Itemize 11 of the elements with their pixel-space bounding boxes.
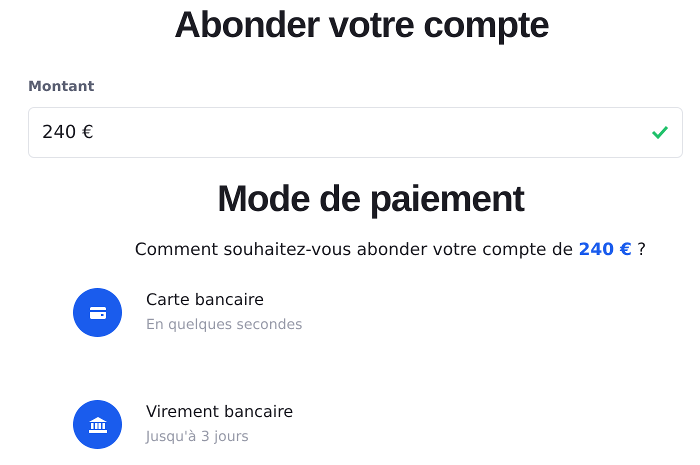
- amount-field[interactable]: 240 €: [28, 107, 683, 158]
- method-delay: Jusqu'à 3 jours: [146, 428, 249, 446]
- amount-label: Montant: [28, 78, 94, 96]
- method-name[interactable]: Carte bancaire: [146, 290, 264, 310]
- page-title: Abonder votre compte: [173, 3, 550, 47]
- method-name[interactable]: Virement bancaire: [146, 402, 294, 422]
- method-delay: En quelques secondes: [146, 316, 302, 334]
- question-text: Comment souhaitez-vous abonder votre compte de 240 € ?: [134, 239, 648, 262]
- bank-icon[interactable]: [73, 400, 122, 449]
- section-heading: Mode de paiement: [216, 177, 526, 221]
- card-icon[interactable]: [73, 288, 122, 337]
